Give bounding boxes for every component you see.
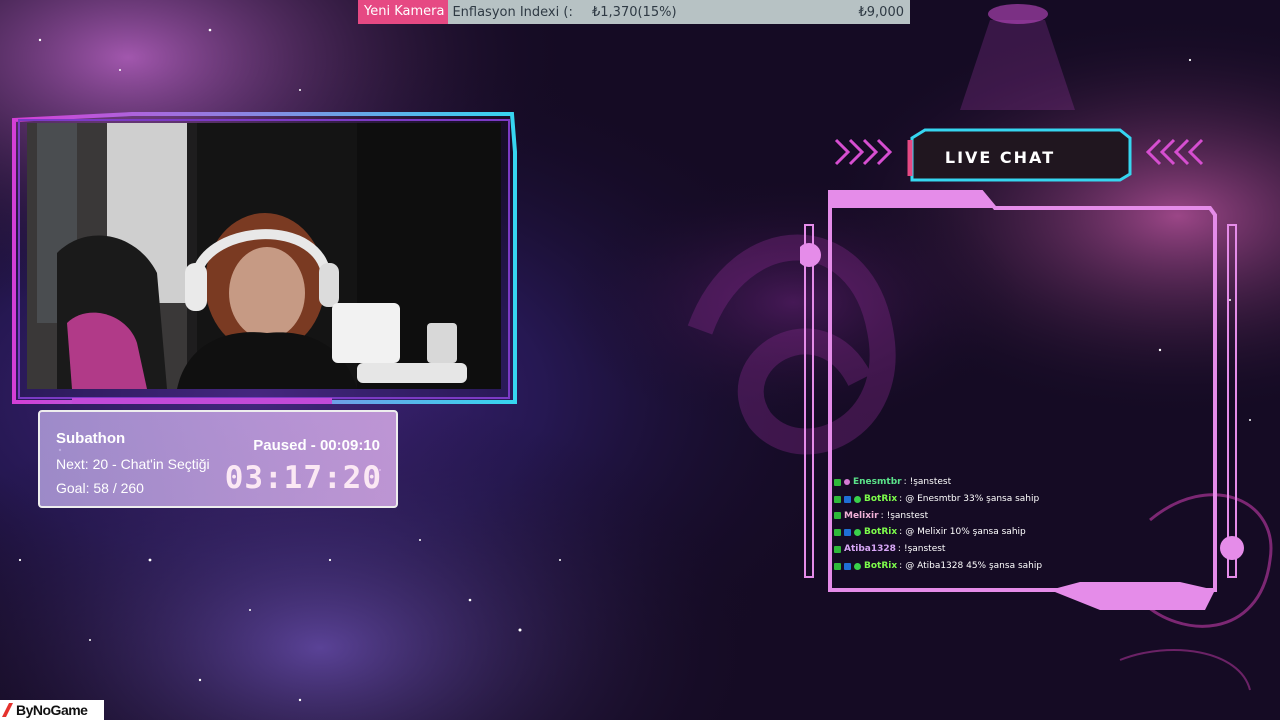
chat-username: Atiba1328 [844, 544, 896, 555]
ticker-amount: ₺1,370(15%) [592, 4, 677, 20]
chat-message-list: Enesmtbr : !şanstest BotRix : @ Enesmtbr… [834, 474, 1204, 575]
moderator-badge-icon [834, 546, 841, 554]
subscriber-badge-icon [844, 479, 850, 486]
chat-message: Enesmtbr : !şanstest [834, 474, 1204, 491]
chat-text: !şanstest [903, 544, 946, 555]
ticker-goal: ₺9,000 [858, 4, 905, 20]
subathon-next: Next: 20 - Chat'in Seçtiği [56, 456, 210, 472]
bynogame-logo: ByNoGame [0, 700, 104, 720]
right-chevrons-icon [1145, 138, 1204, 166]
subathon-timer: 03:17:20 [224, 460, 382, 496]
chat-username: BotRix [864, 527, 898, 538]
verified-badge-icon [854, 529, 861, 537]
bynogame-logo-icon [2, 703, 13, 717]
bot-badge-icon [844, 529, 851, 537]
subathon-status: Paused - 00:09:10 [253, 437, 380, 454]
chat-message: BotRix : @ Melixir 10% şansa sahip [834, 524, 1204, 541]
moderator-badge-icon [834, 512, 841, 520]
streamer-webcam-image [27, 123, 501, 389]
chat-text: @ Melixir 10% şansa sahip [905, 527, 1026, 538]
subathon-goal: Goal: 58 / 260 [56, 480, 144, 496]
chat-username: BotRix [864, 493, 898, 504]
subathon-title: Subathon [56, 430, 126, 447]
ticker-title: Enflasyon Indexi (: [452, 4, 573, 20]
chat-text: @ Atiba1328 45% şansa sahip [905, 560, 1043, 571]
chat-message: BotRix : @ Enesmtbr 33% şansa sahip [834, 491, 1204, 508]
live-chat-title: LIVE CHAT [944, 148, 1056, 167]
chat-text: @ Enesmtbr 33% şansa sahip [905, 493, 1040, 504]
donation-goal-ticker: Yeni Kamera Enflasyon Indexi (: ₺1,370(1… [358, 0, 910, 24]
chat-message: Atiba1328 : !şanstest [834, 541, 1204, 558]
chat-username: BotRix [864, 560, 898, 571]
left-chevrons-icon [834, 138, 893, 166]
moderator-badge-icon [834, 529, 841, 537]
bot-badge-icon [844, 495, 851, 503]
verified-badge-icon [854, 495, 861, 503]
verified-badge-icon [854, 562, 861, 570]
chat-message: BotRix : @ Atiba1328 45% şansa sahip [834, 558, 1204, 575]
chat-text: !şanstest [886, 510, 929, 521]
chat-username: Enesmtbr [853, 477, 902, 487]
moderator-badge-icon [834, 478, 841, 486]
chat-text: !şanstest [909, 477, 952, 487]
moderator-badge-icon [834, 562, 841, 570]
webcam-feed [27, 123, 501, 389]
bot-badge-icon [844, 562, 851, 570]
subathon-widget: Subathon Next: 20 - Chat'in Seçtiği Goal… [38, 410, 398, 508]
logo-text: ByNoGame [16, 702, 88, 718]
chat-username: Melixir [844, 510, 879, 521]
chat-message: Melixir : !şanstest [834, 508, 1204, 525]
ticker-tag: Yeni Kamera [358, 0, 449, 24]
moderator-badge-icon [834, 495, 841, 503]
